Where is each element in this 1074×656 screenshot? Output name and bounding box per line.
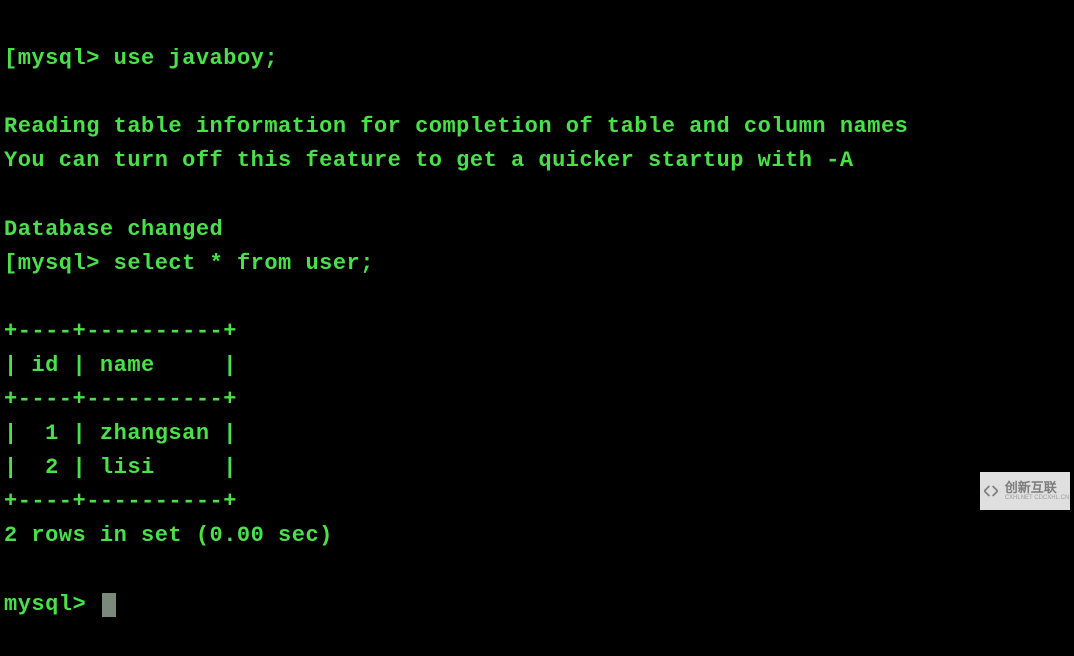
watermark-logo-icon — [981, 481, 1001, 501]
table-row: | 2 | lisi | — [4, 455, 237, 480]
command-line-2: [mysql> select * from user; — [4, 247, 1070, 281]
watermark-badge: 创新互联 CXHLNET CDCXHL.CN — [980, 472, 1070, 510]
mysql-prompt: mysql> — [4, 592, 86, 617]
output-db-changed: Database changed — [4, 217, 223, 242]
output-turn-off: You can turn off this feature to get a q… — [4, 148, 854, 173]
watermark-subtext: CXHLNET CDCXHL.CN — [1005, 495, 1070, 501]
prompt-space — [86, 592, 100, 617]
output-reading-info: Reading table information for completion… — [4, 114, 908, 139]
table-border-top: +----+----------+ — [4, 319, 237, 344]
table-row: | 1 | zhangsan | — [4, 421, 237, 446]
table-header: | id | name | — [4, 353, 237, 378]
result-summary: 2 rows in set (0.00 sec) — [4, 523, 333, 548]
cursor-icon — [102, 593, 116, 617]
prompt-bracket: [ — [4, 46, 18, 71]
use-command: use javaboy; — [100, 46, 278, 71]
table-border-mid: +----+----------+ — [4, 387, 237, 412]
watermark-text: 创新互联 — [1005, 481, 1070, 494]
prompt-line[interactable]: mysql> — [4, 588, 1070, 622]
prompt-bracket: [ — [4, 251, 18, 276]
mysql-prompt: mysql> — [18, 251, 100, 276]
table-border-bottom: +----+----------+ — [4, 489, 237, 514]
command-line-1: [mysql> use javaboy; — [4, 42, 1070, 76]
terminal-output: [mysql> use javaboy; Reading table infor… — [4, 8, 1070, 656]
mysql-prompt: mysql> — [18, 46, 100, 71]
select-command: select * from user; — [100, 251, 374, 276]
